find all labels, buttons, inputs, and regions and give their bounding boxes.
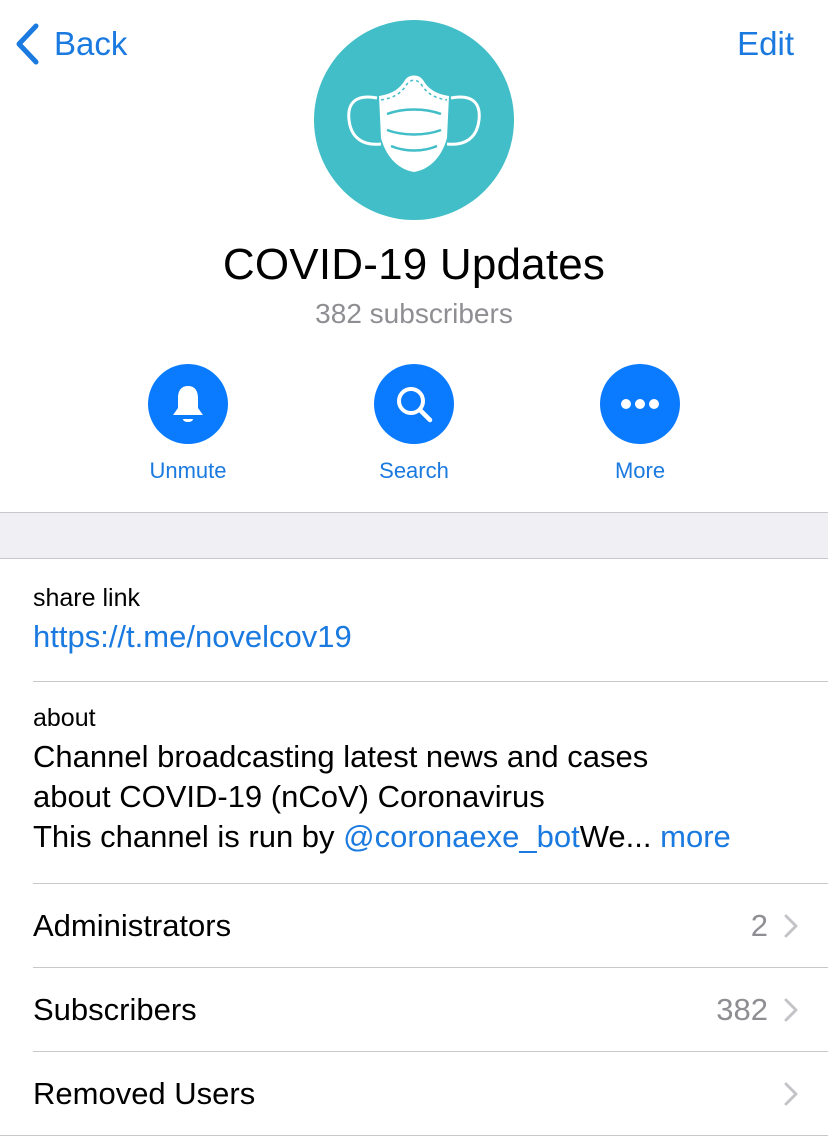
more-dots-icon xyxy=(621,399,659,409)
row-label: Removed Users xyxy=(33,1076,256,1111)
share-link-label: share link xyxy=(33,584,140,612)
face-mask-icon xyxy=(347,75,481,172)
administrators-row[interactable]: Administrators 2 xyxy=(0,884,828,968)
about-label: about xyxy=(33,704,96,732)
row-value: 2 xyxy=(750,908,768,943)
about-cell: about Channel broadcasting latest news a… xyxy=(0,682,828,884)
edit-button[interactable]: Edit xyxy=(737,22,794,66)
section-divider xyxy=(0,512,828,559)
row-value: 382 xyxy=(716,992,768,1027)
unmute-label: Unmute xyxy=(149,458,227,483)
separator xyxy=(0,1135,828,1136)
channel-avatar[interactable] xyxy=(314,20,514,220)
about-line-3-prefix: This channel is run by xyxy=(33,819,344,854)
more-button[interactable]: More xyxy=(560,364,720,484)
info-section: share link https://t.me/novelcov19 about… xyxy=(0,560,828,884)
removed-users-row[interactable]: Removed Users xyxy=(0,1052,828,1136)
search-button[interactable]: Search xyxy=(334,364,494,484)
row-label: Subscribers xyxy=(33,992,197,1027)
share-link-cell[interactable]: share link https://t.me/novelcov19 xyxy=(0,560,828,682)
bell-icon xyxy=(173,386,203,422)
about-text: Channel broadcasting latest news and cas… xyxy=(33,737,828,857)
about-more-link[interactable]: more xyxy=(660,819,731,854)
row-label: Administrators xyxy=(33,908,232,943)
action-bar: Unmute Search More xyxy=(0,364,828,494)
bot-mention-link[interactable]: @coronaexe_bot xyxy=(343,819,580,854)
about-line-3-suffix: We... xyxy=(579,819,661,854)
subscriber-count: 382 subscribers xyxy=(315,298,513,329)
about-line-2: about COVID-19 (nCoV) Coronavirus xyxy=(33,779,545,814)
unmute-button[interactable]: Unmute xyxy=(108,364,268,484)
back-button[interactable]: Back xyxy=(14,22,127,66)
chevron-right-icon xyxy=(784,998,798,1022)
about-line-3: This channel is run by @coronaexe_botWe.… xyxy=(33,817,798,857)
chevron-left-icon xyxy=(16,23,39,65)
chevron-right-icon xyxy=(784,1082,798,1106)
more-label: More xyxy=(614,458,666,483)
chevron-right-icon xyxy=(784,914,798,938)
subscribers-row[interactable]: Subscribers 382 xyxy=(0,968,828,1052)
channel-title: COVID-19 Updates xyxy=(222,240,606,289)
search-label: Search xyxy=(379,458,449,483)
search-icon xyxy=(397,387,433,423)
management-list: Administrators 2 Subscribers 382 Removed… xyxy=(0,884,828,1136)
about-line-1: Channel broadcasting latest news and cas… xyxy=(33,739,649,774)
share-link-value[interactable]: https://t.me/novelcov19 xyxy=(33,617,828,657)
back-label: Back xyxy=(54,25,128,62)
